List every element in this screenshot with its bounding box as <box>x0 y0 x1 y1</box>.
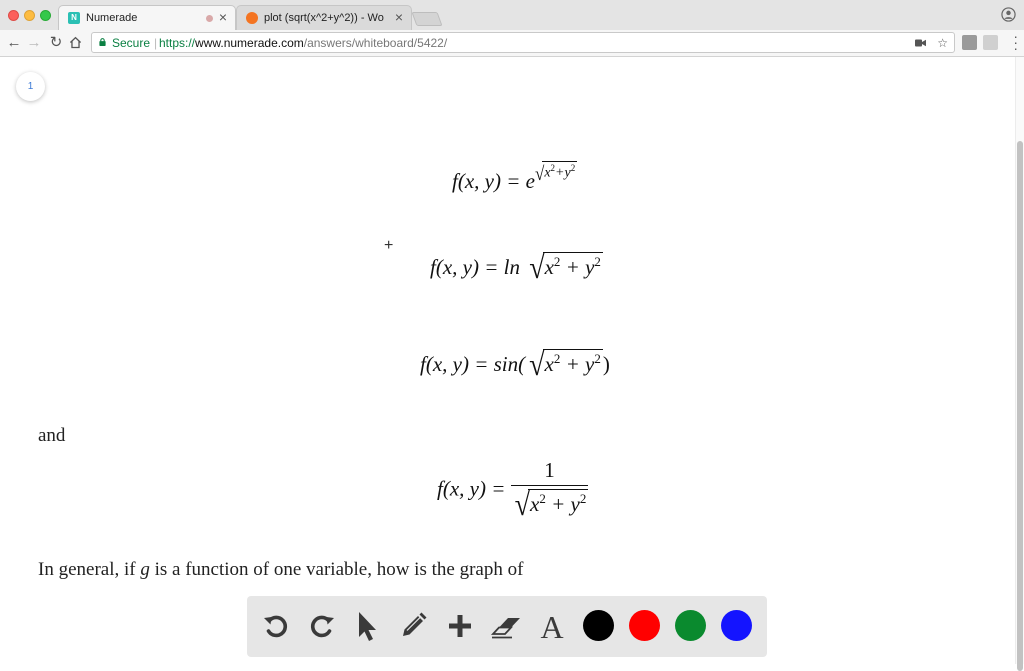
home-icon[interactable] <box>69 36 82 49</box>
undo-icon[interactable] <box>259 609 293 643</box>
eraser-icon[interactable] <box>490 609 524 643</box>
color-swatch-red[interactable] <box>629 610 660 641</box>
back-arrow-icon[interactable]: ← <box>5 34 23 52</box>
fraction: 1 √x2 + y2 <box>510 458 589 523</box>
sqrt-radicand: x2+y2 <box>542 161 578 181</box>
and-text: and <box>38 425 66 446</box>
plus-icon[interactable] <box>443 609 477 643</box>
color-swatch-green[interactable] <box>675 610 706 641</box>
crosshair-cursor-icon: + <box>384 237 394 254</box>
closing-paren: ) <box>602 352 610 376</box>
wolfram-favicon-icon <box>246 12 258 24</box>
sqrt-radicand: x2 + y2 <box>528 489 589 516</box>
camera-icon[interactable] <box>915 39 926 47</box>
address-bar[interactable]: Secure | https://www.numerade.com/answer… <box>91 32 955 53</box>
sqrt-symbol: √ <box>529 250 545 287</box>
bookmark-star-icon[interactable]: ☆ <box>937 36 948 50</box>
sqrt-expression: √x2 + y2 <box>525 250 603 286</box>
text-tool-label: A <box>540 609 563 643</box>
url-scheme: https:// <box>159 36 196 50</box>
tab-title: Numerade <box>86 12 138 24</box>
extension-icon[interactable] <box>983 35 998 50</box>
formula-lhs: f(x, y) = ln <box>430 255 520 279</box>
fraction-numerator: 1 <box>544 458 555 482</box>
pencil-icon[interactable] <box>396 609 430 643</box>
drawing-toolbar: A <box>247 596 767 657</box>
sqrt-symbol: √ <box>529 347 545 384</box>
text-icon[interactable]: A <box>535 609 569 645</box>
redo-icon[interactable] <box>305 609 339 643</box>
whiteboard-page: 1 f(x, y) = e√x2+y2 + f(x, y) = ln √x2 +… <box>0 57 1015 664</box>
url-text[interactable]: https://www.numerade.com/answers/whitebo… <box>159 36 447 50</box>
formula-exp: f(x, y) = e√x2+y2 <box>452 161 578 194</box>
fraction-denominator: √x2 + y2 <box>510 485 589 523</box>
omnibox-separator: | <box>154 36 158 50</box>
browser-tab-bar: N Numerade × plot (sqrt(x^2+y^2)) - Wolf… <box>0 0 1024 31</box>
formula-sin: f(x, y) = sin(√x2 + y2) <box>420 347 610 384</box>
profile-icon[interactable] <box>1001 7 1016 22</box>
url-host: www.numerade.com <box>195 36 304 50</box>
window-minimize-button[interactable] <box>24 10 35 21</box>
secure-label: Secure <box>112 36 151 50</box>
lock-icon <box>99 38 106 46</box>
page-scrollbar[interactable] <box>1015 57 1024 671</box>
sqrt-symbol: √ <box>514 487 531 524</box>
tab-audio-icon[interactable] <box>206 15 213 22</box>
scrollbar-thumb[interactable] <box>1017 141 1023 671</box>
numerade-favicon-icon: N <box>68 12 80 24</box>
url-path: /answers/whiteboard/5422/ <box>303 36 448 50</box>
tab-close-icon[interactable]: × <box>219 9 227 25</box>
sqrt-radicand: x2 + y2 <box>542 349 603 376</box>
window-zoom-button[interactable] <box>40 10 51 21</box>
new-tab-button[interactable] <box>411 12 443 26</box>
window-close-button[interactable] <box>8 10 19 21</box>
sqrt-symbol: √ <box>534 162 545 185</box>
color-swatch-blue[interactable] <box>721 610 752 641</box>
pointer-icon[interactable] <box>350 609 384 643</box>
formula-reciprocal: f(x, y) = 1 √x2 + y2 <box>437 458 589 523</box>
formula-exponent: √x2+y2 <box>535 161 578 184</box>
chrome-menu-icon[interactable]: · · · <box>1013 29 1018 55</box>
forward-arrow-icon[interactable]: → <box>25 34 43 52</box>
tab-wolfram[interactable]: plot (sqrt(x^2+y^2)) - Wolfram × <box>236 5 412 30</box>
reload-icon[interactable]: ↻ <box>47 34 65 52</box>
tab-title: plot (sqrt(x^2+y^2)) - Wolfram <box>264 12 384 24</box>
tab-close-icon[interactable]: × <box>395 9 403 25</box>
formula-lhs: f(x, y) = <box>437 476 506 501</box>
extension-k-icon[interactable] <box>962 35 977 50</box>
browser-toolbar: ← → ↻ Secure | https://www.numerade.com/… <box>0 29 1024 57</box>
formula-lhs: f(x, y) = e <box>452 169 535 193</box>
color-swatch-black[interactable] <box>583 610 614 641</box>
sqrt-radicand: x2 + y2 <box>542 252 603 279</box>
formula-ln: f(x, y) = ln √x2 + y2 <box>430 250 603 286</box>
sqrt-expression: √x2 + y2 <box>525 347 603 383</box>
page-number-badge[interactable]: 1 <box>16 72 45 101</box>
formula-lhs: f(x, y) = sin( <box>420 352 526 376</box>
general-question-text: In general, if g is a function of one va… <box>38 559 524 580</box>
sqrt-expression: √x2 + y2 <box>511 487 589 523</box>
tab-numerade[interactable]: N Numerade × <box>58 5 236 30</box>
